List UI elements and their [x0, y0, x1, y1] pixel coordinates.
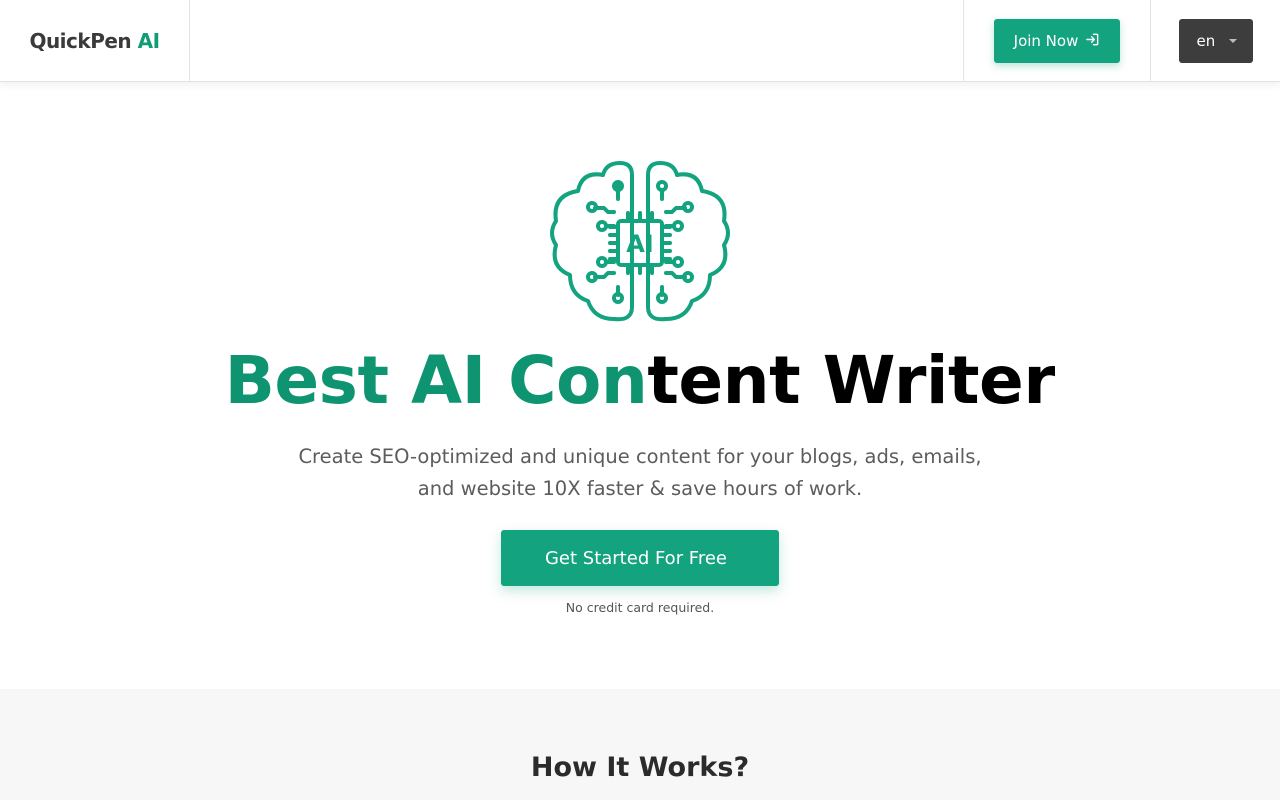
- ai-brain-chip-icon: AI: [548, 161, 732, 325]
- site-logo[interactable]: QuickPen AI: [29, 29, 160, 53]
- no-credit-card-note: No credit card required.: [565, 600, 715, 615]
- logo-container: QuickPen AI: [0, 0, 190, 82]
- hero-section: AI Best AI Content Writer Create SEO-opt…: [0, 83, 1280, 689]
- language-dropdown[interactable]: en: [1178, 19, 1253, 63]
- top-navbar: QuickPen AI Join Now en: [0, 0, 1280, 82]
- sign-in-icon: [1085, 32, 1100, 51]
- caret-down-icon: [1228, 39, 1237, 43]
- hero-subtitle-line2: and website 10X faster & save hours of w…: [417, 477, 863, 500]
- hero-subtitle-line1: Create SEO-optimized and unique content …: [298, 445, 982, 468]
- logo-name: QuickPen: [29, 29, 132, 53]
- join-container: Join Now: [963, 0, 1151, 82]
- language-container: en: [1151, 0, 1280, 82]
- how-it-works-section: How It Works?: [0, 689, 1280, 800]
- get-started-button[interactable]: Get Started For Free: [501, 530, 779, 586]
- logo-accent: AI: [137, 29, 160, 53]
- join-now-label: Join Now: [1013, 32, 1079, 50]
- get-started-label: Get Started For Free: [544, 547, 728, 569]
- hero-title: Best AI Content Writer: [224, 342, 1056, 419]
- hero-subtitle: Create SEO-optimized and unique content …: [290, 441, 990, 505]
- how-it-works-title: How It Works?: [530, 752, 750, 783]
- chip-label: AI: [626, 230, 654, 258]
- language-value: en: [1196, 32, 1216, 50]
- join-now-button[interactable]: Join Now: [993, 19, 1121, 63]
